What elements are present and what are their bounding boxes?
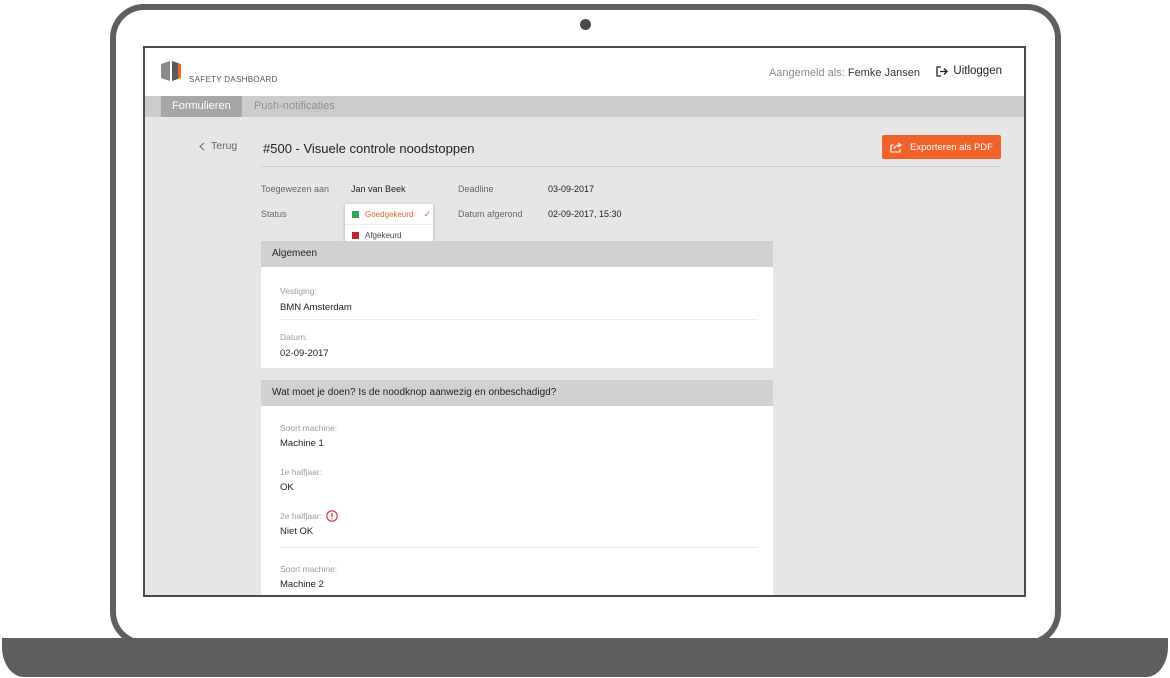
export-pdf-button[interactable]: Exporteren als PDF: [882, 135, 1001, 159]
field-value: BMN Amsterdam: [280, 302, 352, 313]
section-algemeen: Algemeen Vestiging: BMN Amsterdam Datum:…: [261, 241, 773, 368]
top-bar: SAFETY DASHBOARD Aangemeld als: Femke Ja…: [145, 48, 1024, 96]
field-label: Vestiging:: [280, 286, 317, 296]
field-divider: [280, 319, 758, 320]
status-dropdown[interactable]: Goedgekeurd ✓ Afgekeurd: [345, 204, 433, 246]
tab-push-notificaties[interactable]: Push-notificaties: [243, 96, 346, 117]
logged-in-label: Aangemeld als:: [768, 67, 845, 79]
chevron-left-icon: [199, 142, 205, 150]
brand-name: SAFETY DASHBOARD: [189, 75, 278, 84]
status-color-red: [352, 232, 359, 239]
status-label: Status: [261, 209, 287, 219]
app-screen: SAFETY DASHBOARD Aangemeld als: Femke Ja…: [143, 46, 1026, 597]
title-divider: [261, 166, 1001, 167]
safety-logo-icon: [161, 61, 181, 81]
back-link[interactable]: Terug: [199, 140, 237, 152]
status-option-goedgekeurd[interactable]: Goedgekeurd ✓: [345, 204, 433, 225]
section-title: Wat moet je doen? Is de noodknop aanwezi…: [261, 380, 773, 406]
field-value: Niet OK: [280, 526, 314, 537]
section-title: Algemeen: [261, 241, 773, 267]
tab-bar: Formulieren Push-notificaties: [145, 96, 1024, 117]
page-title: #500 - Visuele controle noodstoppen: [263, 141, 475, 156]
completed-label: Datum afgerond: [458, 209, 523, 219]
field-label: Soort machine:: [280, 423, 338, 433]
field-label: Soort machine:: [280, 564, 338, 574]
assigned-label: Toegewezen aan: [261, 184, 330, 194]
camera-dot: [580, 19, 591, 30]
deadline-label: Deadline: [458, 184, 494, 194]
field-label-text: 2e halfjaar:: [280, 511, 323, 521]
logged-in-user: Aangemeld als: Femke Jansen: [769, 67, 920, 79]
tab-formulieren[interactable]: Formulieren: [161, 96, 242, 117]
user-name: Femke Jansen: [847, 67, 920, 79]
status-option-label: Goedgekeurd: [365, 209, 414, 219]
deadline-value: 03-09-2017: [548, 184, 595, 194]
warning-icon: [326, 510, 338, 522]
field-value: Machine 1: [280, 438, 324, 449]
back-label: Terug: [211, 140, 238, 152]
field-value: Machine 2: [280, 579, 324, 590]
logout-label: Uitloggen: [953, 65, 1002, 77]
field-value: 02-09-2017: [280, 348, 329, 359]
status-option-label: Afgekeurd: [365, 231, 402, 240]
logout-button[interactable]: Uitloggen: [936, 65, 1002, 77]
export-label: Exporteren als PDF: [910, 141, 993, 153]
logout-icon: [936, 65, 949, 77]
assigned-value: Jan van Beek: [351, 184, 406, 194]
field-value: OK: [280, 482, 294, 493]
share-icon: [890, 142, 903, 153]
field-label-warning: 2e halfjaar:: [280, 510, 338, 522]
completed-value: 02-09-2017, 15:30: [548, 209, 622, 219]
field-label: 1e halfjaar:: [280, 467, 323, 477]
section-noodknop: Wat moet je doen? Is de noodknop aanwezi…: [261, 380, 773, 595]
laptop-base: [2, 638, 1168, 677]
status-color-green: [352, 210, 359, 218]
check-icon: ✓: [423, 208, 432, 219]
field-divider: [280, 547, 758, 548]
field-label: Datum:: [280, 332, 308, 342]
